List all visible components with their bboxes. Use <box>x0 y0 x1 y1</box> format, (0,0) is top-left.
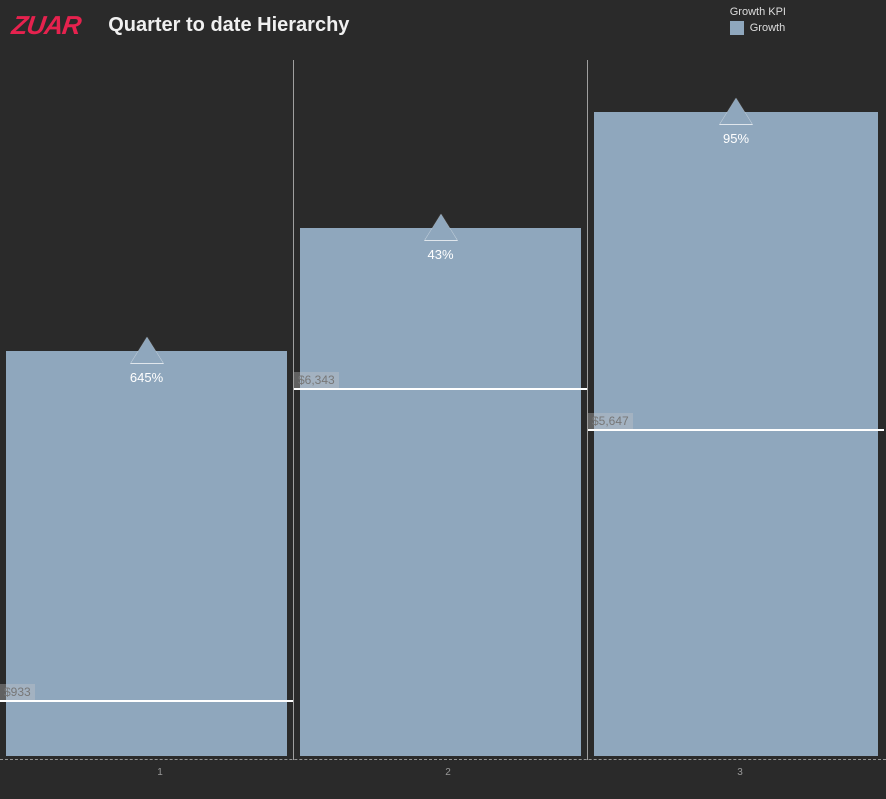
growth-indicator-icon <box>425 214 457 240</box>
growth-indicator-icon <box>131 337 163 363</box>
bar-column-3[interactable]: 95% $5,647 <box>588 60 884 760</box>
chart-area: 645% $933 43% $6,343 95% $5,647 1 2 3 <box>0 60 886 780</box>
baseline <box>0 759 886 760</box>
bar-3 <box>594 112 878 756</box>
reference-label-2: $6,343 <box>294 372 339 388</box>
reference-line-1 <box>0 700 293 702</box>
reference-label-1: $933 <box>0 684 35 700</box>
x-tick-1: 1 <box>157 767 163 778</box>
bar-column-2[interactable]: 43% $6,343 <box>294 60 587 760</box>
growth-indicator-icon <box>720 98 752 124</box>
legend-title: Growth KPI <box>730 6 786 18</box>
legend-item[interactable]: Growth <box>730 21 786 35</box>
page-title: Quarter to date Hierarchy <box>108 14 349 37</box>
reference-line-2 <box>294 388 587 390</box>
reference-line-3 <box>588 429 884 431</box>
x-tick-2: 2 <box>445 767 451 778</box>
legend-swatch-icon <box>730 21 744 35</box>
legend: Growth KPI Growth <box>730 6 786 35</box>
bar-1 <box>6 351 287 756</box>
logo: ZUAR <box>10 10 83 41</box>
legend-item-label: Growth <box>750 22 785 34</box>
bar-column-1[interactable]: 645% $933 <box>0 60 293 760</box>
growth-pct-label-1: 645% <box>130 370 163 385</box>
reference-label-3: $5,647 <box>588 413 633 429</box>
growth-pct-label-3: 95% <box>723 131 749 146</box>
bar-2 <box>300 228 581 756</box>
x-tick-3: 3 <box>737 767 743 778</box>
growth-pct-label-2: 43% <box>427 247 453 262</box>
